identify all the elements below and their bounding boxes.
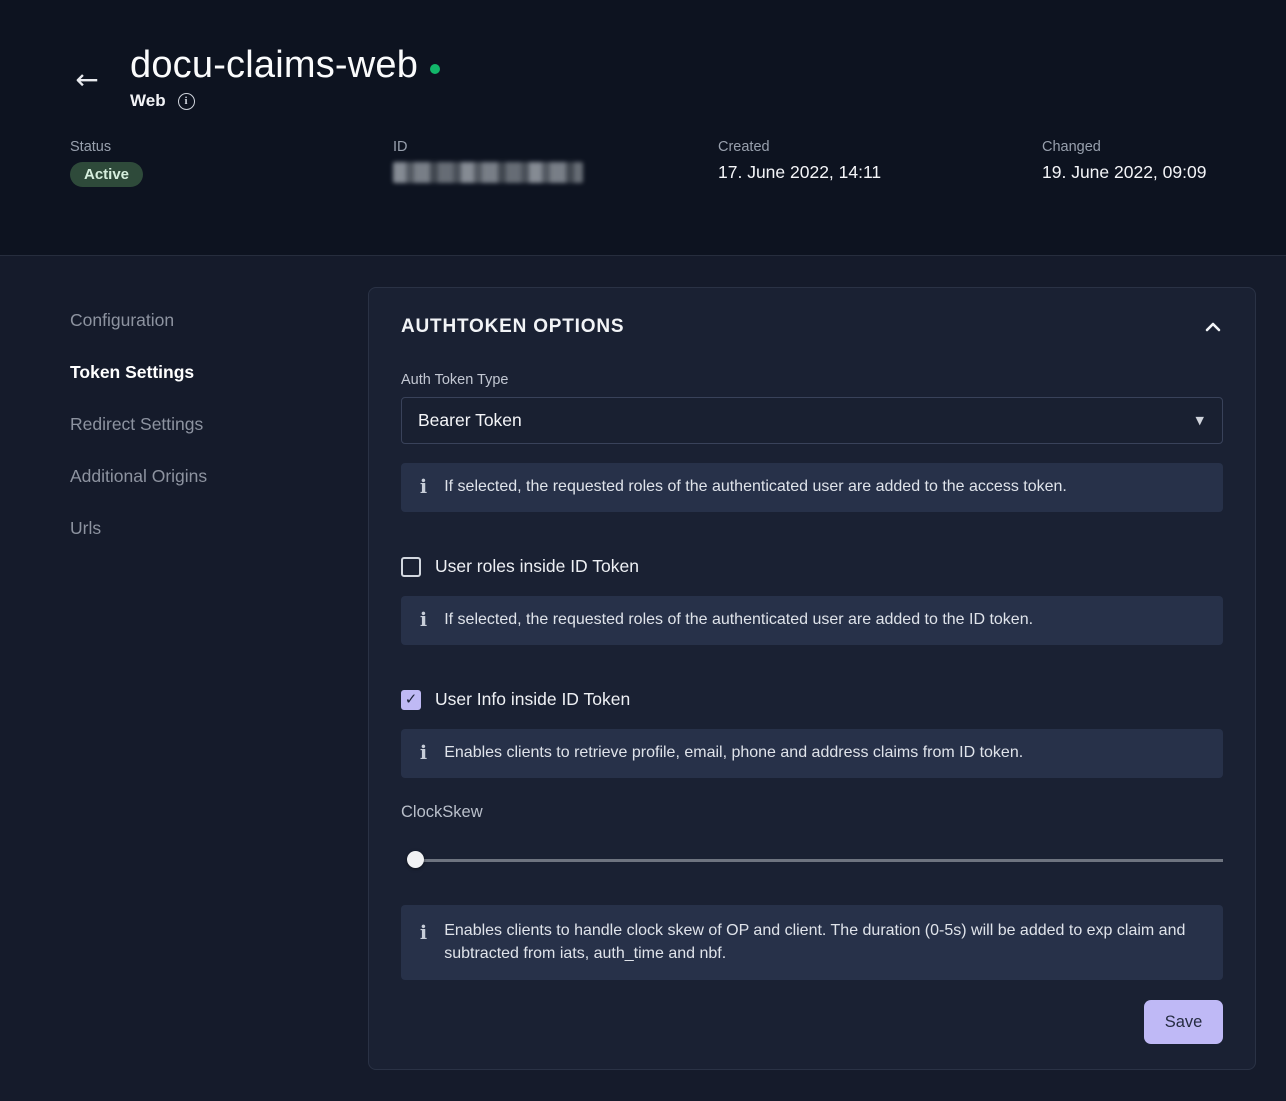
card-title: AUTHTOKEN OPTIONS [401,316,624,338]
app-type-label: Web [130,91,166,111]
info-box-access-token: ℹ If selected, the requested roles of th… [401,463,1223,512]
status-badge: Active [70,162,143,187]
id-value-redacted [393,162,583,183]
sidebar-item-additional-origins[interactable]: Additional Origins [70,450,368,502]
check-icon: ✓ [405,692,418,707]
auth-token-type-label: Auth Token Type [401,372,1223,388]
changed-label: Changed [1042,139,1216,155]
info-icon: ℹ [420,611,427,630]
meta-row: Status Active ID Created 17. June 2022, … [70,139,1216,187]
info-box-clockskew: ℹ Enables clients to handle clock skew o… [401,905,1223,980]
info-icon: ℹ [420,924,427,943]
chevron-up-icon[interactable] [1203,318,1223,337]
auth-token-type-value: Bearer Token [418,410,522,431]
created-value: 17. June 2022, 14:11 [718,162,1042,183]
slider-thumb[interactable] [407,851,424,868]
meta-created: Created 17. June 2022, 14:11 [718,139,1042,187]
changed-value: 19. June 2022, 09:09 [1042,162,1216,183]
created-label: Created [718,139,1042,155]
back-arrow-icon[interactable]: ← [70,66,104,94]
clockskew-slider[interactable] [411,851,1223,869]
user-roles-checkbox-row[interactable]: ✓ User roles inside ID Token [401,556,1223,577]
sidebar-item-urls[interactable]: Urls [70,502,368,554]
authtoken-options-card: AUTHTOKEN OPTIONS Auth Token Type Bearer… [368,287,1256,1070]
user-roles-checkbox-label: User roles inside ID Token [435,556,639,577]
info-text: If selected, the requested roles of the … [444,609,1033,632]
settings-sidenav: Configuration Token Settings Redirect Se… [0,256,368,1101]
info-icon: ℹ [420,744,427,763]
meta-id: ID [393,139,718,187]
sidebar-item-token-settings[interactable]: Token Settings [70,346,368,398]
info-icon[interactable]: i [178,93,195,110]
status-dot-icon [430,64,440,74]
info-icon: ℹ [420,478,427,497]
user-info-checkbox-label: User Info inside ID Token [435,689,630,710]
info-box-userinfo: ℹ Enables clients to retrieve profile, e… [401,729,1223,778]
app-header: ← docu-claims-web Web i Status Active ID… [0,0,1286,256]
page-title: docu-claims-web [130,44,418,87]
info-box-id-token: ℹ If selected, the requested roles of th… [401,596,1223,645]
info-text: If selected, the requested roles of the … [444,476,1067,499]
sidebar-item-redirect-settings[interactable]: Redirect Settings [70,398,368,450]
info-text: Enables clients to retrieve profile, ema… [444,742,1023,765]
save-button[interactable]: Save [1144,1000,1223,1044]
id-label: ID [393,139,718,155]
meta-changed: Changed 19. June 2022, 09:09 [1042,139,1216,187]
slider-track [411,859,1223,862]
meta-status: Status Active [70,139,393,187]
chevron-down-icon: ▼ [1196,414,1204,427]
user-info-checkbox-row[interactable]: ✓ User Info inside ID Token [401,689,1223,710]
auth-token-type-select[interactable]: Bearer Token ▼ [401,397,1223,444]
user-roles-checkbox[interactable]: ✓ [401,557,421,577]
clockskew-label: ClockSkew [401,803,1223,822]
status-label: Status [70,139,393,155]
sidebar-item-configuration[interactable]: Configuration [70,294,368,346]
user-info-checkbox[interactable]: ✓ [401,690,421,710]
info-text: Enables clients to handle clock skew of … [444,920,1199,965]
